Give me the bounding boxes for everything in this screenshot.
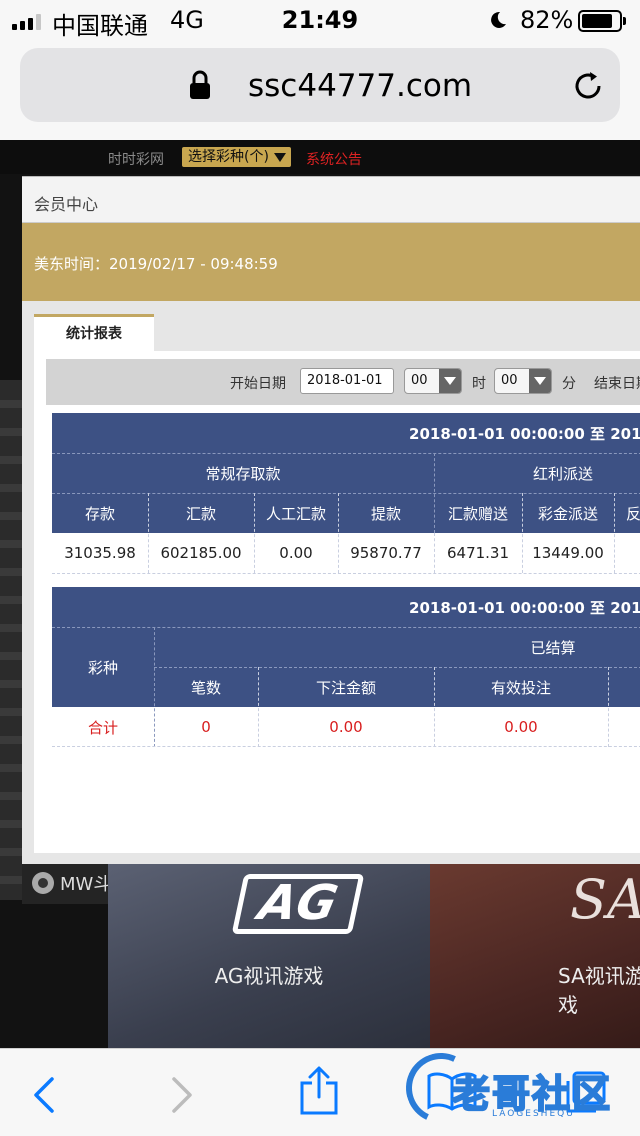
- table2-header-valid-bet: 有效投注: [434, 667, 608, 707]
- table2-header-lottery-type: 彩种: [52, 627, 154, 707]
- browser-address-area: ssc44777.com: [0, 42, 640, 140]
- forward-icon[interactable]: [170, 1075, 196, 1115]
- table1-header-manual-remit: 人工汇款: [254, 493, 338, 533]
- site-top-nav: 时时彩网 选择彩种(个) 系统公告: [0, 140, 640, 174]
- address-bar[interactable]: ssc44777.com: [20, 48, 620, 122]
- ag-logo: AG: [231, 874, 365, 934]
- hour-unit-label: 时: [472, 376, 486, 392]
- member-center-modal: 会员中心 美东时间：2019/02/17 - 09:48:59 统计报表 开始日…: [22, 176, 640, 864]
- table1-header-remit-bonus: 汇款赠送: [434, 493, 522, 533]
- table2-total-bet-amount: 0.00: [258, 707, 434, 747]
- url-text[interactable]: ssc44777.com: [248, 68, 472, 104]
- table1-header-withdraw: 提款: [338, 493, 434, 533]
- reload-icon[interactable]: [570, 68, 606, 104]
- table1-header-deposit: 存款: [52, 493, 148, 533]
- start-hour-value: 00: [411, 373, 428, 388]
- back-icon[interactable]: [30, 1075, 56, 1115]
- table2-total-valid-bet: 0.00: [434, 707, 608, 747]
- sa-logo: SA: [570, 868, 640, 931]
- lottery-select[interactable]: 选择彩种(个): [182, 147, 291, 167]
- status-bar: 中国联通 4G 21:49 82%: [0, 0, 640, 42]
- table1-group-regular: 常规存取款: [52, 453, 434, 493]
- table2-header-next: [608, 667, 640, 707]
- table1-value-manual-remit: 0.00: [254, 533, 338, 573]
- share-icon[interactable]: [298, 1065, 340, 1117]
- table2-group-settled: 已结算: [154, 627, 640, 667]
- table1-header-remit: 汇款: [148, 493, 254, 533]
- side-decoration: [0, 380, 22, 900]
- table1-group-bonus: 红利派送: [434, 453, 640, 493]
- modal-header: 会员中心: [22, 177, 640, 223]
- report-panel: 统计报表 开始日期 2018-01-01 00 时 00 分 结束日期 2018…: [34, 305, 640, 853]
- table2-range-header: 2018-01-01 00:00:00 至 2018: [52, 587, 640, 627]
- start-minute-value: 00: [501, 373, 518, 388]
- table2-header-bet-amount: 下注金额: [258, 667, 434, 707]
- table2-total-label: 合计: [52, 707, 154, 747]
- table1-range-text: 2018-01-01 00:00:00 至 2018: [409, 424, 640, 443]
- start-hour-select[interactable]: 00: [404, 368, 462, 394]
- table2-total-count: 0: [154, 707, 258, 747]
- system-notice-link[interactable]: 系统公告: [306, 149, 362, 169]
- tab-statistics-report[interactable]: 统计报表: [34, 314, 154, 352]
- watermark-logo: 老哥社区 LAOGESHEQU: [396, 1043, 640, 1133]
- eastern-time-bar: 美东时间：2019/02/17 - 09:48:59: [22, 223, 640, 301]
- tab-bar: 统计报表: [34, 305, 640, 352]
- table1-header-rebate: 反: [614, 493, 640, 533]
- modal-title: 会员中心: [34, 195, 99, 214]
- table1-value-rebate: [614, 533, 640, 573]
- betting-summary-table: 2018-01-01 00:00:00 至 2018 彩种 已结算 笔数 下注金…: [52, 587, 640, 747]
- table1-value-withdraw: 95870.77: [338, 533, 434, 573]
- table1-header-jackpot: 彩金派送: [522, 493, 614, 533]
- table1-value-deposit: 31035.98: [52, 533, 148, 573]
- table1-value-jackpot: 13449.00: [522, 533, 614, 573]
- site-brand[interactable]: 时时彩网: [108, 149, 164, 169]
- deposit-summary-table: 2018-01-01 00:00:00 至 2018 常规存取款 红利派送 存款…: [52, 413, 640, 575]
- start-date-input[interactable]: 2018-01-01: [300, 368, 394, 394]
- lock-icon: [190, 70, 210, 99]
- battery-icon: [578, 10, 626, 32]
- minute-unit-label: 分: [562, 376, 576, 392]
- browser-toolbar: 老哥社区 LAOGESHEQU: [0, 1043, 640, 1136]
- eastern-time-text: 美东时间：2019/02/17 - 09:48:59: [34, 255, 278, 273]
- sa-game-tile[interactable]: SA SA视讯游戏: [430, 864, 640, 1048]
- ag-game-tile[interactable]: AG AG视讯游戏: [108, 864, 430, 1048]
- ag-tile-label: AG视讯游戏: [214, 964, 324, 988]
- mw-game-icon: [32, 872, 54, 894]
- table2-header-count: 笔数: [154, 667, 258, 707]
- table1-value-remit-bonus: 6471.31: [434, 533, 522, 573]
- table2-range-text: 2018-01-01 00:00:00 至 2018: [409, 598, 640, 617]
- table1-value-remit: 602185.00: [148, 533, 254, 573]
- table1-range-header: 2018-01-01 00:00:00 至 2018: [52, 413, 640, 453]
- watermark-subtext: LAOGESHEQU: [492, 1109, 575, 1119]
- table2-total-next: [608, 707, 640, 747]
- do-not-disturb-moon-icon: [491, 11, 506, 28]
- end-date-label: 结束日期: [594, 376, 640, 392]
- start-minute-select[interactable]: 00: [494, 368, 552, 394]
- start-date-label: 开始日期: [230, 376, 286, 392]
- sa-tile-label: SA视讯游戏: [558, 964, 640, 1017]
- date-filter: 开始日期 2018-01-01 00 时 00 分 结束日期: [46, 359, 640, 405]
- battery-percent: 82%: [520, 6, 574, 34]
